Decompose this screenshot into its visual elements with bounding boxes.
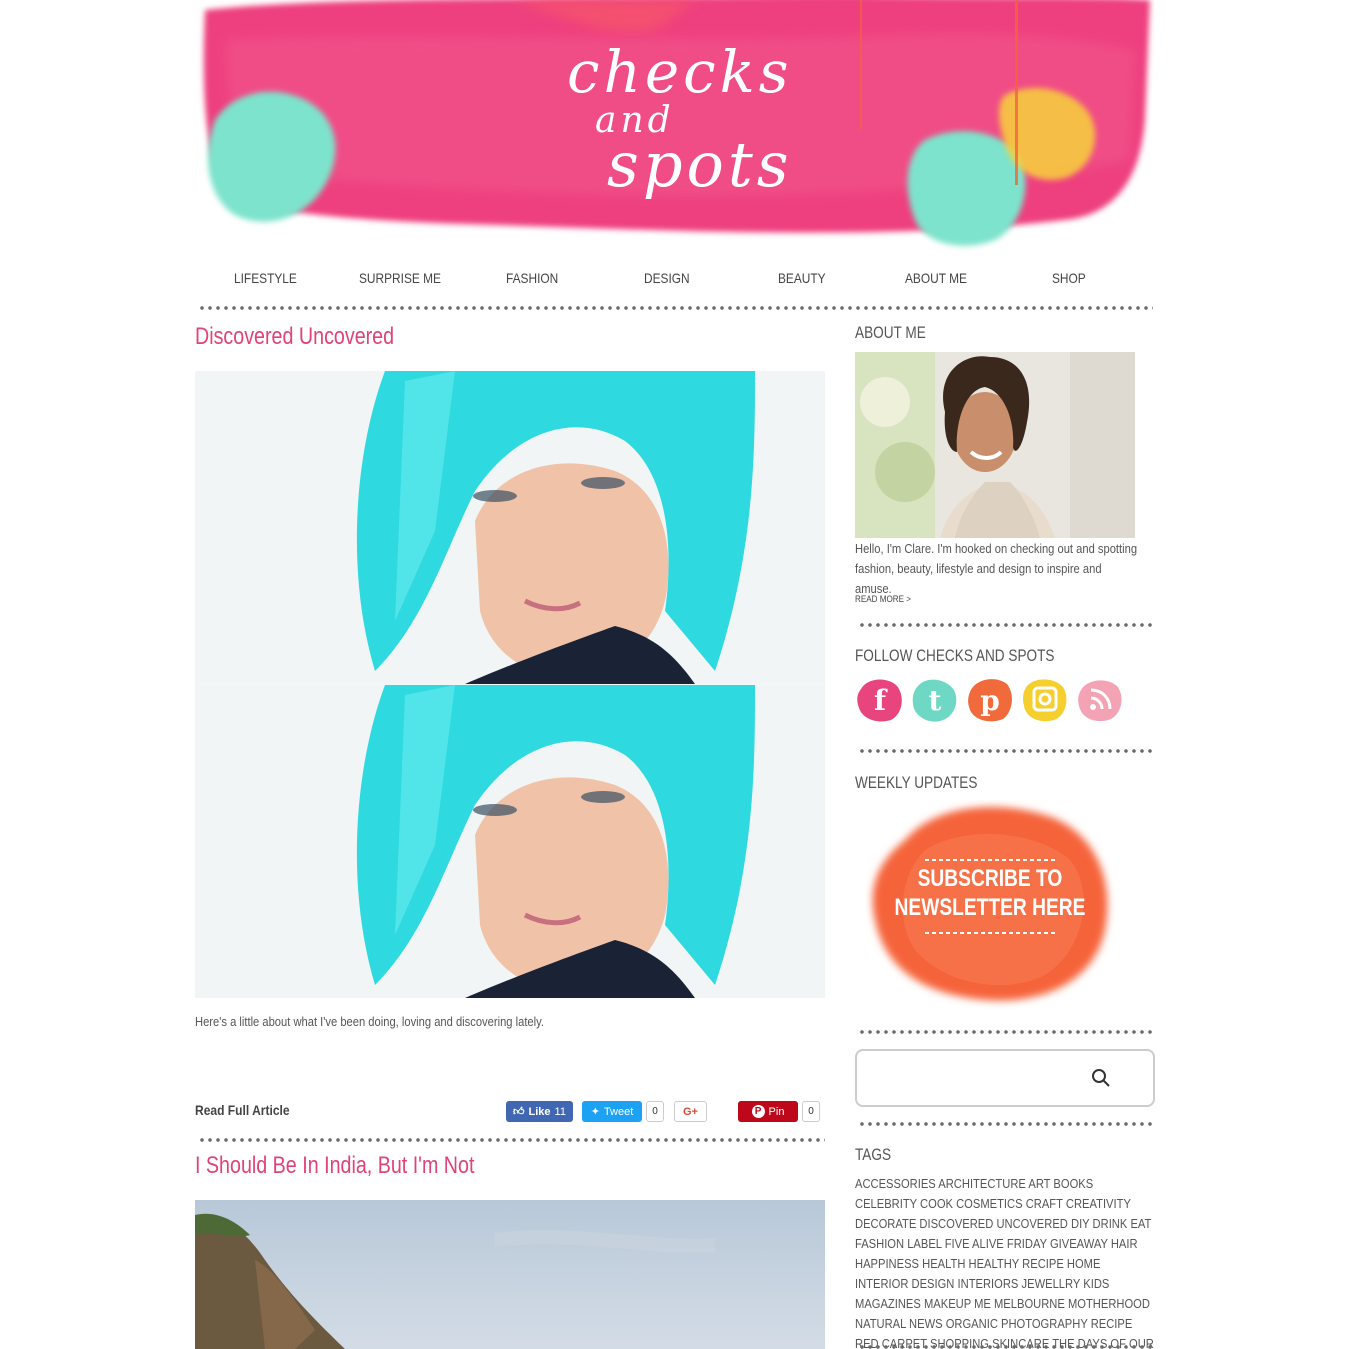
tag-cloud: Accessories Architecture Art Books Celeb… xyxy=(855,1174,1156,1349)
post-divider xyxy=(198,1137,825,1143)
tag-link[interactable]: Label xyxy=(907,1236,941,1251)
nav-item-shop[interactable]: Shop xyxy=(1052,270,1086,286)
pin-count: 0 xyxy=(802,1101,820,1122)
instagram-icon[interactable] xyxy=(1020,674,1070,724)
sidebar-heading-tags: Tags xyxy=(855,1145,892,1164)
tag-link[interactable]: Recipe xyxy=(1091,1316,1133,1331)
sidebar-heading-weekly: Weekly Updates xyxy=(855,773,978,792)
tag-link[interactable]: Me xyxy=(974,1296,991,1311)
like-label: Like xyxy=(528,1105,551,1118)
search-input[interactable] xyxy=(869,1061,1079,1095)
twitter-bird-icon: ✦ xyxy=(590,1106,600,1118)
nav-item-lifestyle[interactable]: Lifestyle xyxy=(234,270,297,286)
tag-link[interactable]: Motherhood xyxy=(1068,1296,1150,1311)
logo-text-checks[interactable]: checks xyxy=(567,38,793,106)
tag-link[interactable]: Cosmetics xyxy=(956,1196,1022,1211)
tag-link[interactable]: Interiors xyxy=(958,1276,1019,1291)
tweet-label: Tweet xyxy=(603,1105,634,1118)
tag-link[interactable]: Creativity xyxy=(1066,1196,1131,1211)
tag-link[interactable]: Natural xyxy=(855,1316,906,1331)
tag-link[interactable]: Five Alive Friday xyxy=(945,1236,1047,1251)
nav-item-design[interactable]: Design xyxy=(644,270,690,286)
svg-text:t: t xyxy=(929,684,942,717)
google-plus-button[interactable]: G+ xyxy=(674,1101,707,1122)
nav-item-fashion[interactable]: Fashion xyxy=(506,270,558,286)
post-featured-image-2[interactable] xyxy=(195,1200,825,1349)
pin-button[interactable]: P Pin xyxy=(738,1101,798,1122)
sidebar-divider-5 xyxy=(858,1344,1155,1349)
nav-divider xyxy=(198,305,1153,311)
tag-link[interactable]: Makeup xyxy=(924,1296,971,1311)
search-form xyxy=(855,1049,1155,1107)
tag-link[interactable]: DIY xyxy=(1071,1216,1089,1231)
read-more-link[interactable]: Read more > xyxy=(855,594,911,604)
tweet-count: 0 xyxy=(646,1101,664,1122)
tweet-button[interactable]: ✦ Tweet xyxy=(582,1101,642,1122)
tag-link[interactable]: Interior Design xyxy=(855,1276,954,1291)
about-text: Hello, I'm Clare. I'm hooked on checking… xyxy=(855,541,1138,596)
tag-link[interactable]: Eat xyxy=(1130,1216,1151,1231)
like-count: 11 xyxy=(554,1105,566,1118)
sidebar-divider-3 xyxy=(858,1029,1155,1035)
read-full-article-link[interactable]: Read Full Article xyxy=(195,1102,290,1118)
tag-link[interactable]: Craft xyxy=(1026,1196,1063,1211)
subscribe-line-2: NEWSLETTER HERE xyxy=(894,894,1086,921)
tag-link[interactable]: Decorate xyxy=(855,1216,916,1231)
nav-item-surprise-me[interactable]: Surprise Me xyxy=(359,270,441,286)
tag-link[interactable]: Art xyxy=(1028,1176,1050,1191)
tag-link[interactable]: Jewellry xyxy=(1022,1276,1081,1291)
sidebar-divider-4 xyxy=(858,1121,1155,1127)
post-title[interactable]: Discovered Uncovered xyxy=(195,323,394,351)
tag-link[interactable]: Giveaway xyxy=(1050,1236,1108,1251)
sidebar-heading-about: About Me xyxy=(855,323,926,342)
logo-text-spots[interactable]: spots xyxy=(607,128,793,201)
search-icon[interactable] xyxy=(1089,1066,1113,1090)
tag-link[interactable]: Cook xyxy=(920,1196,953,1211)
tag-link[interactable]: Photography xyxy=(1001,1316,1088,1331)
page: checks and spots Lifestyle Surprise Me F… xyxy=(195,0,1155,1349)
tag-link[interactable]: Architecture xyxy=(938,1176,1026,1191)
pinterest-p-icon: P xyxy=(751,1105,765,1118)
tag-link[interactable]: Accessories xyxy=(855,1176,936,1191)
tag-link[interactable]: Happiness xyxy=(855,1256,919,1271)
about-photo-art xyxy=(855,352,1135,538)
tag-link[interactable]: Books xyxy=(1053,1176,1093,1191)
main-nav: Lifestyle Surprise Me Fashion Design Bea… xyxy=(195,270,1155,296)
about-photo[interactable] xyxy=(855,352,1135,538)
tag-link[interactable]: Magazines xyxy=(855,1296,921,1311)
rss-icon[interactable] xyxy=(1075,674,1125,724)
pin-label: Pin xyxy=(768,1105,785,1118)
sidebar-heading-follow: Follow Checks and Spots xyxy=(855,646,1055,665)
nav-item-about-me[interactable]: About Me xyxy=(905,270,967,286)
tag-link[interactable]: Melbourne xyxy=(994,1296,1065,1311)
svg-text:f: f xyxy=(874,684,888,717)
post-featured-image[interactable] xyxy=(195,371,825,998)
sidebar-divider xyxy=(858,622,1155,628)
facebook-icon[interactable]: f xyxy=(855,674,905,724)
tag-link[interactable]: Home xyxy=(1067,1256,1101,1271)
tag-link[interactable]: Fashion xyxy=(855,1236,904,1251)
sidebar-divider-2 xyxy=(858,748,1155,754)
tag-link[interactable]: Celebrity xyxy=(855,1196,917,1211)
pinterest-icon[interactable]: p xyxy=(965,674,1015,724)
post-image-2-art xyxy=(195,1200,825,1349)
site-header: checks and spots xyxy=(195,0,1155,255)
subscribe-line-1: SUBSCRIBE TO xyxy=(917,865,1063,892)
post-title-2[interactable]: I Should Be In India, But I'm Not xyxy=(195,1152,474,1180)
tag-link[interactable]: News xyxy=(909,1316,943,1331)
facebook-like-button[interactable]: 👍︎ Like 11 xyxy=(506,1101,573,1122)
nav-item-beauty[interactable]: Beauty xyxy=(778,270,826,286)
tag-link[interactable]: Organic xyxy=(946,1316,998,1331)
svg-text:p: p xyxy=(980,684,1000,717)
tag-link[interactable]: Health xyxy=(922,1256,965,1271)
tag-link[interactable]: Drink xyxy=(1093,1216,1128,1231)
thumbs-up-icon: 👍︎ xyxy=(513,1106,525,1118)
post-image-art xyxy=(195,371,825,998)
tag-link[interactable]: Hair xyxy=(1111,1236,1138,1251)
tag-link[interactable]: Healthy Recipe xyxy=(969,1256,1064,1271)
twitter-icon[interactable]: t xyxy=(910,674,960,724)
post-excerpt: Here's a little about what I've been doi… xyxy=(195,1014,544,1029)
tag-link[interactable]: Discovered Uncovered xyxy=(919,1216,1067,1231)
tag-link[interactable]: Kids xyxy=(1083,1276,1109,1291)
